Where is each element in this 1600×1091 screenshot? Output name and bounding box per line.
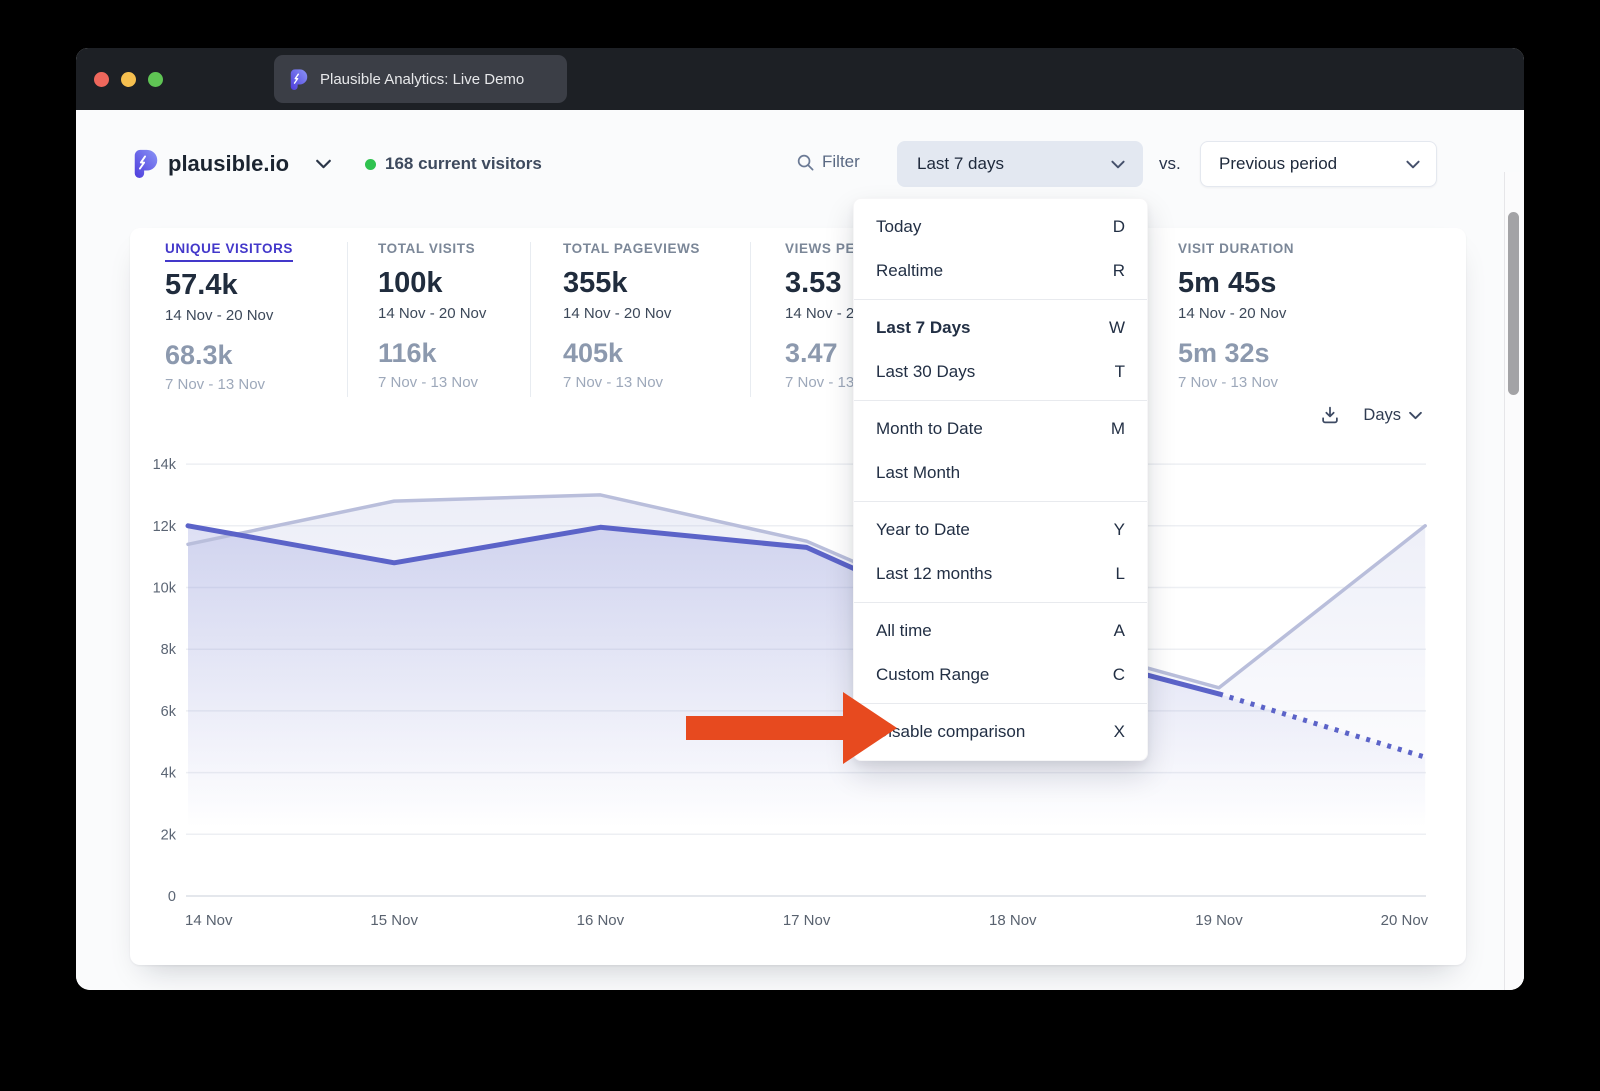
svg-text:15 Nov: 15 Nov	[370, 912, 418, 929]
svg-text:12k: 12k	[153, 519, 177, 535]
svg-text:17 Nov: 17 Nov	[783, 912, 831, 929]
date-range-menu: Today D Realtime R Last 7 Days W Last 30…	[853, 198, 1148, 761]
menu-item-all-time[interactable]: All time A	[854, 609, 1147, 653]
zoom-window-button[interactable]	[148, 72, 163, 87]
svg-text:16 Nov: 16 Nov	[577, 912, 625, 929]
filter-label: Filter	[822, 152, 860, 172]
plausible-favicon	[288, 68, 310, 90]
visitors-chart: 0 2k 4k 6k 8k 10k 12k 14k 14 Nov 15 Nov 16 Nov 17 N…	[130, 228, 1466, 965]
menu-item-month-to-date[interactable]: Month to Date M	[854, 407, 1147, 451]
scrollbar-thumb[interactable]	[1508, 212, 1519, 395]
menu-item-realtime[interactable]: Realtime R	[854, 249, 1147, 293]
chevron-down-icon	[1111, 160, 1125, 169]
analytics-card: UNIQUE VISITORS 57.4k 14 Nov - 20 Nov 68…	[130, 228, 1466, 965]
live-visitors-dot	[365, 159, 376, 170]
menu-item-year-to-date[interactable]: Year to Date Y	[854, 508, 1147, 552]
scrollbar-track[interactable]	[1504, 172, 1524, 990]
site-name[interactable]: plausible.io	[168, 151, 289, 177]
svg-text:6k: 6k	[161, 704, 177, 720]
download-icon[interactable]	[1319, 404, 1341, 426]
chart-toolbar: Days	[1319, 404, 1422, 426]
svg-text:14 Nov: 14 Nov	[185, 912, 233, 929]
site-switcher-chevron-down-icon[interactable]	[316, 159, 331, 169]
menu-section: Year to Date Y Last 12 months L	[854, 501, 1147, 602]
current-visitors-count[interactable]: 168 current visitors	[385, 154, 542, 174]
date-range-selector[interactable]: Last 7 days	[897, 141, 1143, 187]
menu-item-last-30-days[interactable]: Last 30 Days T	[854, 350, 1147, 394]
svg-text:10k: 10k	[153, 581, 177, 597]
interval-selector[interactable]: Days	[1363, 406, 1422, 425]
filter-button[interactable]: Filter	[796, 152, 860, 172]
dashboard-page: plausible.io 168 current visitors Filter…	[76, 110, 1524, 990]
menu-item-last-7-days[interactable]: Last 7 Days W	[854, 306, 1147, 350]
chevron-down-icon	[1406, 160, 1420, 169]
vs-label: vs.	[1159, 154, 1181, 174]
menu-section: Last 7 Days W Last 30 Days T	[854, 299, 1147, 400]
svg-text:4k: 4k	[161, 766, 177, 782]
svg-text:19 Nov: 19 Nov	[1195, 912, 1243, 929]
svg-text:14k: 14k	[153, 457, 177, 473]
menu-item-last-month[interactable]: Last Month	[854, 451, 1147, 495]
browser-window: Plausible Analytics: Live Demo plausible…	[76, 48, 1524, 990]
svg-text:20 Nov: 20 Nov	[1381, 912, 1429, 929]
svg-text:0: 0	[168, 889, 176, 905]
minimize-window-button[interactable]	[121, 72, 136, 87]
browser-tab[interactable]: Plausible Analytics: Live Demo	[274, 55, 567, 103]
chevron-down-icon	[1409, 411, 1422, 420]
plausible-logo	[131, 148, 161, 178]
comparison-selector[interactable]: Previous period	[1200, 141, 1437, 187]
menu-section: Today D Realtime R	[854, 199, 1147, 299]
svg-text:2k: 2k	[161, 827, 177, 843]
svg-text:8k: 8k	[161, 642, 177, 658]
traffic-lights	[94, 72, 163, 87]
window-titlebar: Plausible Analytics: Live Demo	[76, 48, 1524, 110]
interval-value: Days	[1363, 406, 1401, 425]
search-icon	[796, 153, 815, 172]
svg-text:18 Nov: 18 Nov	[989, 912, 1037, 929]
annotation-arrow	[681, 685, 906, 775]
comparison-value: Previous period	[1219, 154, 1337, 174]
tab-title: Plausible Analytics: Live Demo	[320, 71, 524, 88]
menu-item-last-12-months[interactable]: Last 12 months L	[854, 552, 1147, 596]
date-range-value: Last 7 days	[917, 154, 1004, 174]
menu-item-today[interactable]: Today D	[854, 205, 1147, 249]
close-window-button[interactable]	[94, 72, 109, 87]
menu-section: Month to Date M Last Month	[854, 400, 1147, 501]
